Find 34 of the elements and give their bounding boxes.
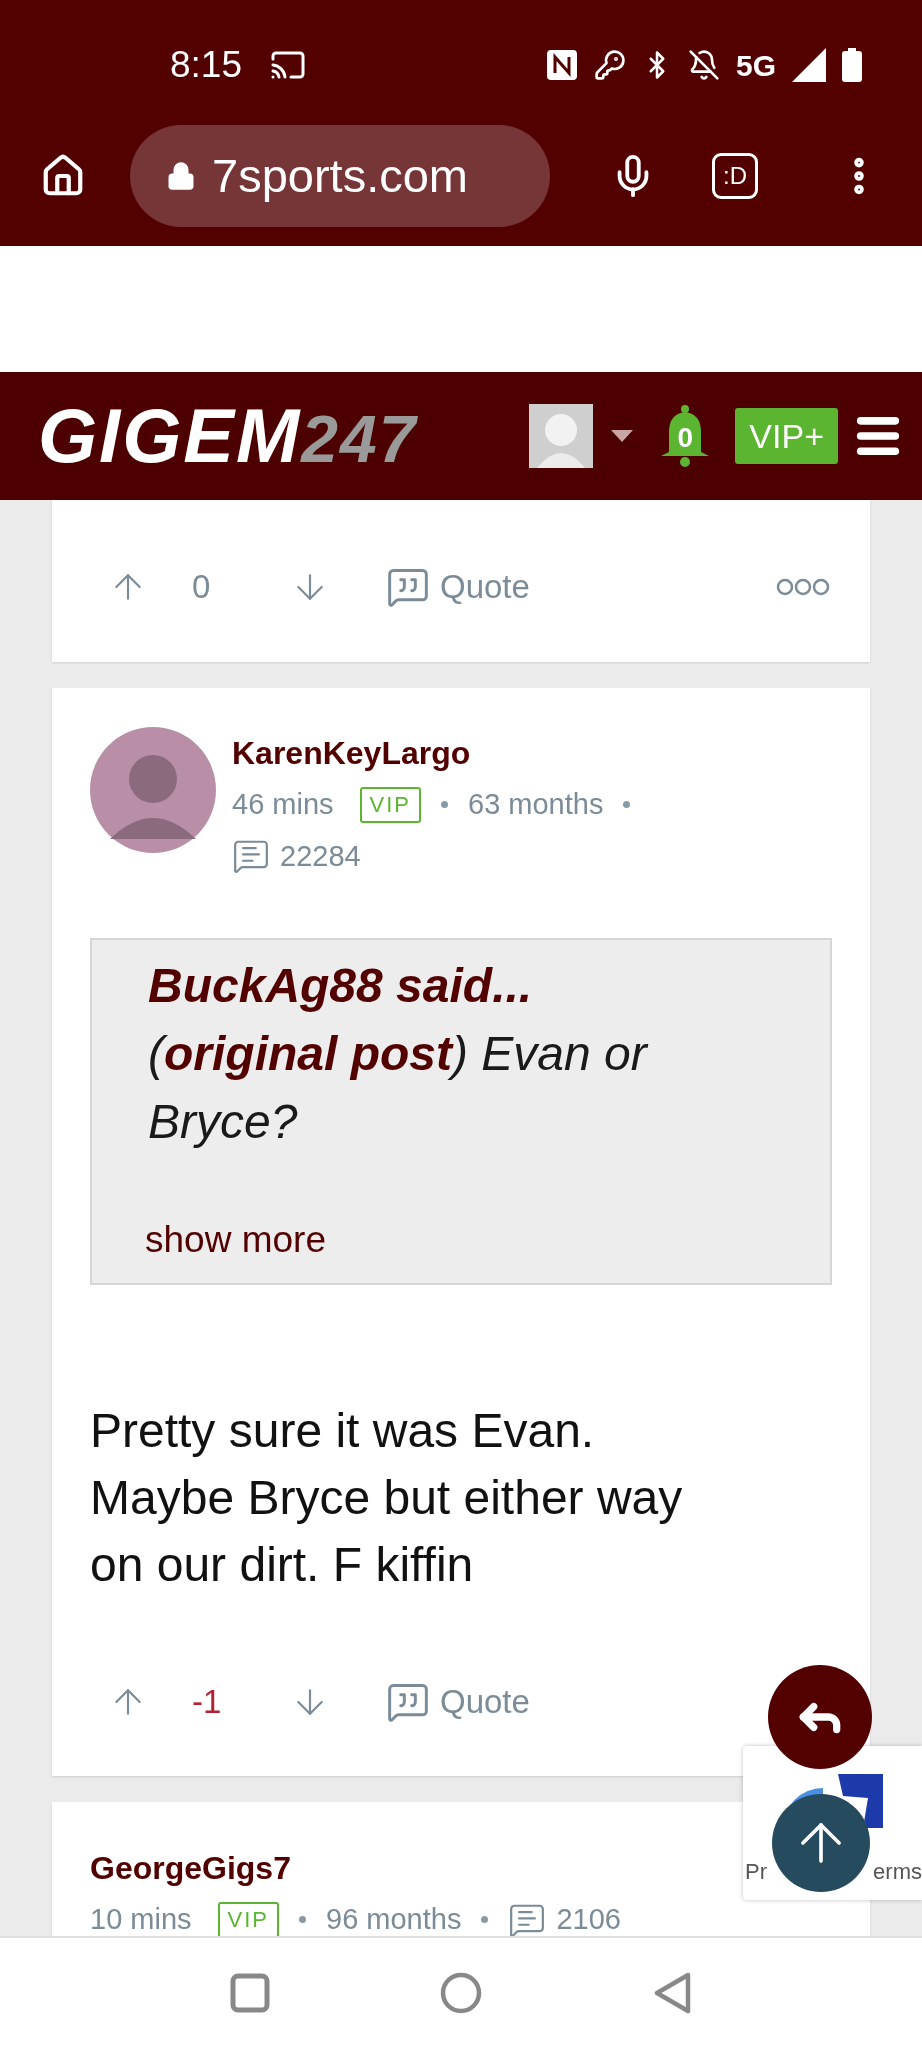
vote-score: -1 bbox=[192, 1682, 223, 1723]
author-name[interactable]: KarenKeyLargo bbox=[232, 733, 471, 773]
member-tenure: 96 months bbox=[326, 1902, 462, 1936]
post-count: 22284 bbox=[280, 838, 361, 874]
battery-icon bbox=[842, 48, 862, 82]
post-time: 10 mins bbox=[90, 1902, 192, 1936]
quote-button[interactable]: Quote bbox=[386, 562, 530, 612]
terms-link[interactable]: erms bbox=[873, 1855, 922, 1888]
recents-icon[interactable] bbox=[230, 1973, 270, 2013]
lock-icon bbox=[166, 161, 196, 191]
clock: 8:15 bbox=[170, 43, 242, 88]
back-icon[interactable] bbox=[652, 1971, 692, 2015]
nfc-icon bbox=[545, 49, 578, 81]
caret-icon[interactable] bbox=[611, 430, 634, 442]
author-name[interactable]: GeorgeGigs7 bbox=[90, 1848, 291, 1888]
show-more-link[interactable]: show more bbox=[145, 1211, 800, 1267]
post-count: 2106 bbox=[556, 1902, 621, 1936]
site-logo[interactable]: GIGEM247 bbox=[38, 379, 418, 493]
network-type: 5G bbox=[735, 47, 776, 84]
signal-icon bbox=[792, 48, 826, 82]
post-time: 46 mins bbox=[232, 787, 334, 822]
more-icon[interactable] bbox=[776, 578, 830, 596]
address-bar[interactable]: 7sports.com bbox=[130, 125, 550, 227]
app-button[interactable]: :D bbox=[712, 153, 758, 199]
quote-text: (original post) Evan or Bryce? bbox=[148, 1026, 650, 1150]
member-tenure: 63 months bbox=[468, 787, 604, 822]
bell-off-icon bbox=[687, 49, 720, 81]
quote-button[interactable]: Quote bbox=[386, 1677, 530, 1727]
quote-heading: BuckAg88 said... bbox=[148, 958, 534, 1014]
privacy-link[interactable]: Pr bbox=[745, 1855, 767, 1888]
key-icon bbox=[593, 49, 626, 81]
vote-score: 0 bbox=[192, 567, 212, 608]
post-body: Pretty sure it was Evan. Maybe Bryce but either way on our dirt. F kiffin bbox=[90, 1403, 684, 1593]
vip-badge: VIP bbox=[359, 786, 421, 823]
